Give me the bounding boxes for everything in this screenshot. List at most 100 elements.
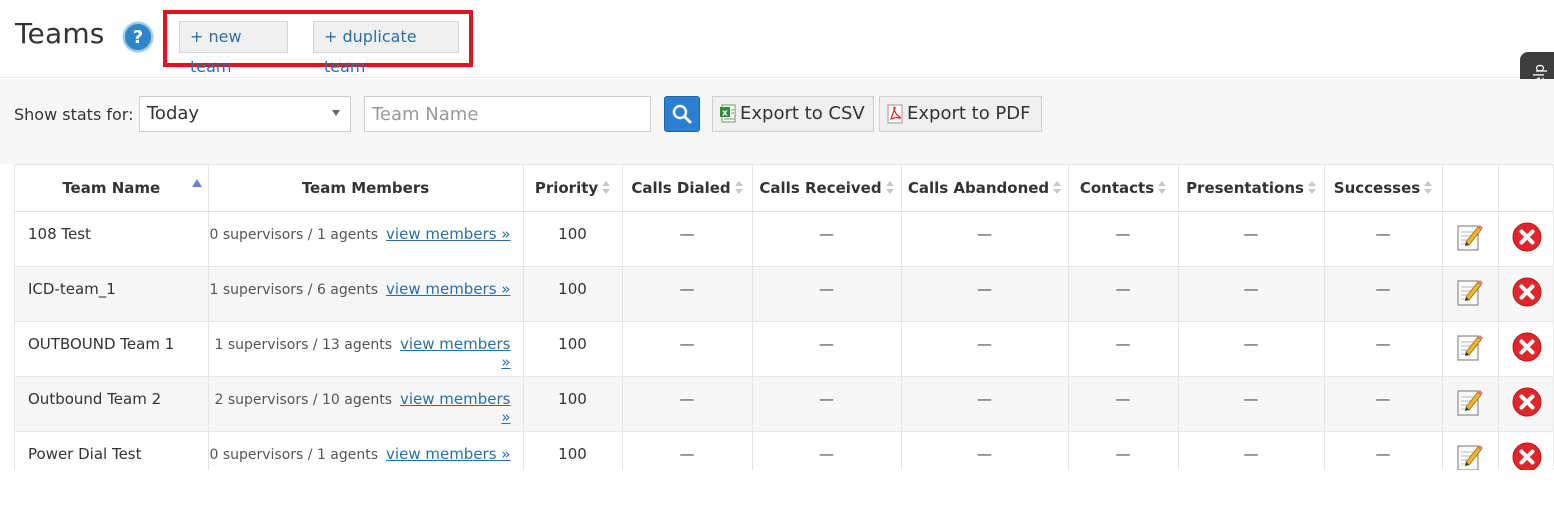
sort-icon bbox=[1307, 181, 1316, 195]
team-members-cell: 0 supervisors / 1 agents view members » bbox=[208, 431, 524, 470]
export-pdf-button[interactable]: Export to PDF bbox=[879, 96, 1042, 132]
column-header-contacts[interactable]: Contacts bbox=[1068, 165, 1179, 212]
edit-cell bbox=[1442, 266, 1499, 322]
sort-icon bbox=[1158, 181, 1167, 195]
column-header-calls-dialed[interactable]: Calls Dialed bbox=[622, 165, 753, 212]
column-header-successes[interactable]: Successes bbox=[1324, 165, 1443, 212]
export-csv-label: Export to CSV bbox=[740, 103, 865, 124]
edit-pencil-icon[interactable] bbox=[1456, 222, 1484, 252]
team-members-cell: 1 supervisors / 6 agents view members » bbox=[208, 266, 524, 322]
show-stats-label: Show stats for: bbox=[14, 105, 134, 124]
period-select-value: Today bbox=[147, 103, 200, 124]
calls-received-cell: — bbox=[752, 431, 902, 470]
column-header-label: Contacts bbox=[1079, 178, 1155, 197]
edit-cell bbox=[1442, 431, 1499, 471]
calls-abandoned-cell: — bbox=[901, 211, 1069, 267]
delete-cell bbox=[1498, 431, 1553, 471]
contacts-cell: — bbox=[1068, 376, 1179, 432]
duplicate-team-button[interactable]: + duplicate team bbox=[313, 21, 459, 76]
column-header-calls-abandoned[interactable]: Calls Abandoned bbox=[901, 165, 1069, 212]
table-header-row: Team Name Team Members Priority Calls Di… bbox=[15, 165, 1553, 212]
team-name-cell: OUTBOUND Team 1 bbox=[15, 321, 209, 377]
column-header-delete bbox=[1498, 165, 1553, 212]
successes-cell: — bbox=[1324, 321, 1443, 377]
edit-cell bbox=[1442, 321, 1499, 377]
priority-cell: 100 bbox=[523, 211, 623, 267]
team-name-cell: Outbound Team 2 bbox=[15, 376, 209, 432]
delete-x-icon[interactable] bbox=[1512, 442, 1542, 471]
edit-cell bbox=[1442, 211, 1499, 267]
delete-cell bbox=[1498, 266, 1553, 322]
contacts-cell: — bbox=[1068, 211, 1179, 267]
delete-cell bbox=[1498, 376, 1553, 432]
table-row: OUTBOUND Team 1 1 supervisors / 13 agent… bbox=[15, 321, 1553, 377]
successes-cell: — bbox=[1324, 376, 1443, 432]
delete-x-icon[interactable] bbox=[1512, 277, 1542, 307]
column-header-label: Team Name bbox=[62, 178, 161, 197]
column-header-label: Calls Received bbox=[759, 178, 882, 197]
delete-x-icon[interactable] bbox=[1512, 332, 1542, 362]
view-members-link[interactable]: view members » bbox=[386, 445, 510, 463]
edit-pencil-icon[interactable] bbox=[1456, 332, 1484, 362]
priority-cell: 100 bbox=[523, 376, 623, 432]
table-row: Power Dial Test 0 supervisors / 1 agents… bbox=[15, 431, 1553, 471]
presentations-cell: — bbox=[1178, 266, 1325, 322]
table-row: ICD-team_1 1 supervisors / 6 agents view … bbox=[15, 266, 1553, 322]
column-header-presentations[interactable]: Presentations bbox=[1178, 165, 1325, 212]
search-button[interactable] bbox=[664, 96, 700, 132]
priority-cell: 100 bbox=[523, 431, 623, 470]
table-row: 108 Test 0 supervisors / 1 agents view me… bbox=[15, 211, 1553, 267]
team-name-cell: ICD-team_1 bbox=[15, 266, 209, 322]
contacts-cell: — bbox=[1068, 266, 1179, 322]
column-header-team-members: Team Members bbox=[208, 165, 524, 212]
question-circle-icon[interactable]: ? bbox=[123, 22, 153, 52]
contacts-cell: — bbox=[1068, 431, 1179, 470]
column-header-label: Team Members bbox=[301, 178, 430, 197]
column-header-edit bbox=[1442, 165, 1499, 212]
export-csv-button[interactable]: x Export to CSV bbox=[712, 96, 874, 132]
svg-text:x: x bbox=[722, 109, 728, 119]
calls-abandoned-cell: — bbox=[901, 321, 1069, 377]
column-header-calls-received[interactable]: Calls Received bbox=[752, 165, 902, 212]
edit-pencil-icon[interactable] bbox=[1456, 442, 1484, 471]
view-members-link[interactable]: view members » bbox=[400, 335, 511, 371]
edit-pencil-icon[interactable] bbox=[1456, 387, 1484, 417]
successes-cell: — bbox=[1324, 266, 1443, 322]
export-pdf-label: Export to PDF bbox=[907, 103, 1031, 124]
search-icon bbox=[672, 104, 692, 124]
contacts-cell: — bbox=[1068, 321, 1179, 377]
delete-x-icon[interactable] bbox=[1512, 222, 1542, 252]
team-name-search-input[interactable] bbox=[364, 96, 651, 132]
team-name-cell: 108 Test bbox=[15, 211, 209, 267]
calls-received-cell: — bbox=[752, 266, 902, 322]
edit-pencil-icon[interactable] bbox=[1456, 277, 1484, 307]
view-members-link[interactable]: view members » bbox=[400, 390, 511, 426]
calls-received-cell: — bbox=[752, 211, 902, 267]
new-team-button[interactable]: + new team bbox=[179, 21, 288, 76]
column-header-team-name[interactable]: Team Name bbox=[15, 165, 209, 212]
column-header-label: Calls Abandoned bbox=[907, 178, 1050, 197]
calls-dialed-cell: — bbox=[622, 431, 753, 470]
column-header-priority[interactable]: Priority bbox=[523, 165, 623, 212]
calls-abandoned-cell: — bbox=[901, 376, 1069, 432]
sort-icon bbox=[1424, 181, 1433, 195]
view-members-link[interactable]: view members » bbox=[386, 225, 510, 243]
teams-table: Team Name Team Members Priority Calls Di… bbox=[14, 164, 1554, 470]
calls-dialed-cell: — bbox=[622, 266, 753, 322]
members-count: 0 supervisors / 1 agents bbox=[209, 226, 379, 243]
delete-x-icon[interactable] bbox=[1512, 387, 1542, 417]
column-header-label: Successes bbox=[1333, 178, 1421, 197]
view-members-link[interactable]: view members » bbox=[386, 280, 510, 298]
pdf-file-icon bbox=[887, 104, 903, 124]
filter-bar: Show stats for: Today x Export to CSV Ex… bbox=[0, 79, 1554, 164]
presentations-cell: — bbox=[1178, 431, 1325, 470]
successes-cell: — bbox=[1324, 431, 1443, 470]
presentations-cell: — bbox=[1178, 211, 1325, 267]
column-header-label: Presentations bbox=[1186, 178, 1304, 197]
table-row: Outbound Team 2 2 supervisors / 10 agent… bbox=[15, 376, 1553, 432]
calls-dialed-cell: — bbox=[622, 321, 753, 377]
members-count: 0 supervisors / 1 agents bbox=[209, 446, 379, 463]
priority-cell: 100 bbox=[523, 266, 623, 322]
period-select[interactable]: Today bbox=[139, 96, 351, 132]
page-title: Teams bbox=[15, 17, 105, 50]
